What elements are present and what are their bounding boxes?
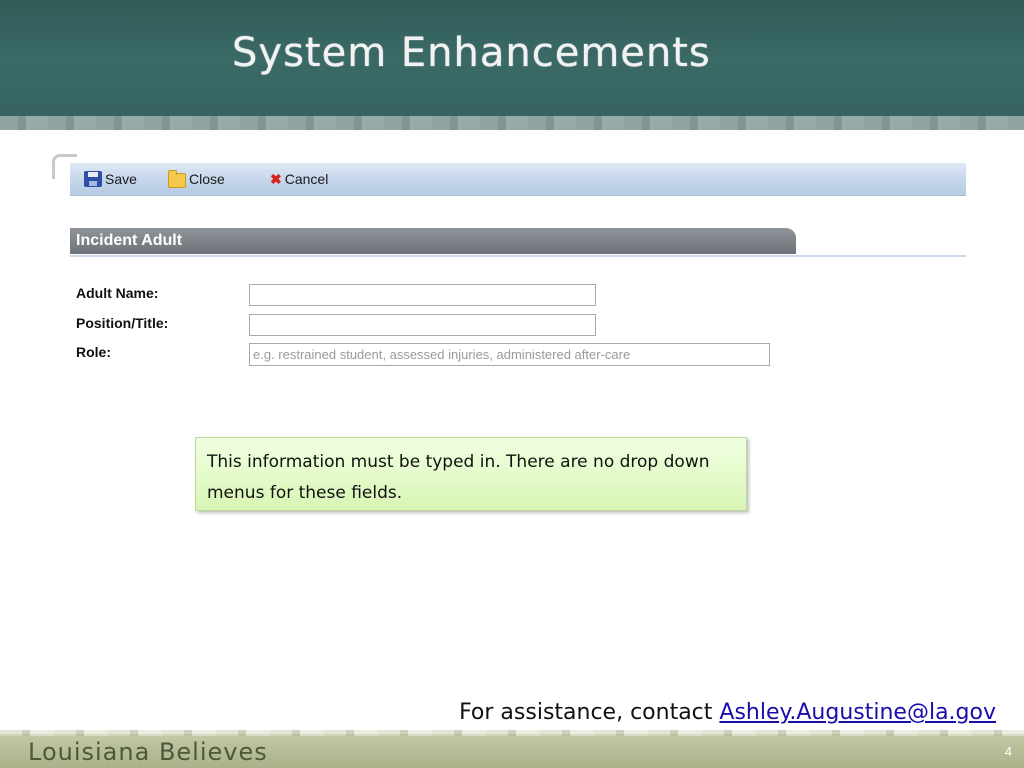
close-button[interactable]: Close <box>168 169 225 188</box>
assistance-prefix: For assistance, contact <box>459 700 720 725</box>
position-title-label: Position/Title: <box>76 315 169 331</box>
form-toolbar: Save Close ✖ Cancel <box>70 163 966 196</box>
cancel-x-icon: ✖ <box>270 171 282 187</box>
role-input[interactable] <box>249 343 770 366</box>
section-header: Incident Adult <box>70 228 796 254</box>
slide-header-banner: System Enhancements <box>0 0 1024 130</box>
slide-footer: Louisiana Believes 4 <box>0 730 1024 768</box>
folder-icon <box>168 169 186 188</box>
adult-name-label: Adult Name: <box>76 285 159 301</box>
form-screenshot: Save Close ✖ Cancel Incident Adult Adult… <box>52 154 966 384</box>
role-label: Role: <box>76 344 111 360</box>
callout-note: This information must be typed in. There… <box>195 437 747 511</box>
save-button[interactable]: Save <box>84 170 137 188</box>
section-divider <box>70 255 966 257</box>
position-title-input[interactable] <box>249 314 596 336</box>
assistance-line: For assistance, contact Ashley.Augustine… <box>459 700 996 725</box>
footer-brand: Louisiana Believes <box>28 738 268 766</box>
close-label: Close <box>189 171 225 187</box>
save-icon <box>84 171 102 187</box>
slide-title: System Enhancements <box>232 30 711 76</box>
adult-name-input[interactable] <box>249 284 596 306</box>
save-label: Save <box>105 171 137 187</box>
contact-email-link[interactable]: Ashley.Augustine@la.gov <box>719 700 996 725</box>
cancel-label: Cancel <box>284 171 329 187</box>
page-number: 4 <box>1004 744 1012 759</box>
cancel-button[interactable]: ✖ Cancel <box>270 170 328 188</box>
